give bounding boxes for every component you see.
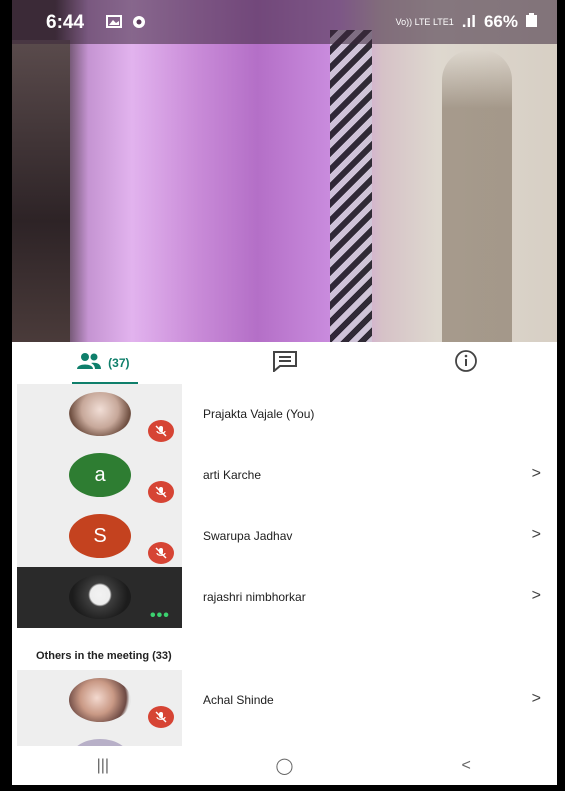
video-background-left: [12, 40, 70, 342]
avatar: [69, 739, 131, 746]
screen: 6:44 Vo)) LTE LTE1 .ıl 66% (37) Prajakta…: [0, 0, 565, 791]
video-fabric-stripe: [330, 30, 372, 342]
participant-row[interactable]: ••• rajashri nimbhorkar >: [12, 567, 557, 628]
video-shadow: [442, 50, 512, 342]
system-nav-bar: ||| ◯ <: [12, 746, 557, 785]
tab-info[interactable]: [375, 342, 557, 384]
avatar: [69, 575, 131, 619]
gallery-notification-icon: [106, 15, 122, 31]
participant-name: Prajakta Vajale (You): [203, 407, 315, 421]
signal-icon: .ıl: [461, 12, 476, 31]
participant-tile: a: [17, 445, 182, 506]
participant-name: rajashri nimbhorkar: [203, 590, 306, 604]
chevron-right-icon[interactable]: >: [532, 587, 541, 605]
chevron-right-icon[interactable]: >: [532, 465, 541, 483]
participant-count: (37): [108, 356, 130, 370]
participant-row[interactable]: [12, 731, 557, 746]
network-type: Vo)) LTE LTE1: [395, 16, 454, 27]
back-button[interactable]: <: [375, 746, 557, 785]
participant-tile: [17, 384, 182, 445]
status-bar: 6:44 Vo)) LTE LTE1 .ıl 66%: [12, 0, 557, 44]
participant-tile: •••: [17, 567, 182, 628]
participant-tile: S: [17, 506, 182, 567]
tab-chat[interactable]: [194, 342, 376, 384]
people-icon: [76, 352, 102, 375]
muted-mic-icon: [148, 542, 174, 564]
status-time: 6:44: [46, 12, 85, 33]
participant-list: Prajakta Vajale (You) a arti Karche > S …: [12, 384, 557, 746]
participant-name: Achal Shinde: [203, 693, 274, 707]
status-right: Vo)) LTE LTE1 .ıl 66%: [396, 12, 537, 32]
tab-bar: (37): [12, 342, 557, 385]
info-icon: [454, 349, 478, 378]
avatar: a: [69, 453, 131, 497]
battery-icon: [526, 12, 537, 32]
participant-name: arti Karche: [203, 468, 262, 482]
avatar: [69, 678, 131, 722]
chevron-right-icon[interactable]: >: [532, 526, 541, 544]
frame-bottom-border: [0, 785, 565, 791]
video-feed[interactable]: [12, 0, 557, 342]
participant-tile: [17, 670, 182, 731]
participant-name: Swarupa Jadhav: [203, 529, 293, 543]
speaking-indicator-icon: •••: [150, 607, 170, 624]
recents-button[interactable]: |||: [12, 746, 194, 785]
avatar: S: [69, 514, 131, 558]
battery-percent: 66%: [483, 12, 518, 31]
participant-tile: [17, 731, 182, 746]
participant-row[interactable]: a arti Karche >: [12, 445, 557, 506]
participant-row[interactable]: Achal Shinde >: [12, 670, 557, 731]
participant-row[interactable]: S Swarupa Jadhav >: [12, 506, 557, 567]
tab-people[interactable]: (37): [12, 342, 194, 385]
chat-notification-icon: [132, 15, 146, 32]
muted-mic-icon: [148, 420, 174, 442]
muted-mic-icon: [148, 481, 174, 503]
others-section-title: Others in the meeting (33): [36, 650, 172, 662]
muted-mic-icon: [148, 706, 174, 728]
chevron-right-icon[interactable]: >: [532, 690, 541, 708]
chat-icon: [272, 350, 298, 377]
avatar: [69, 392, 131, 436]
home-button[interactable]: ◯: [194, 746, 376, 785]
participant-row[interactable]: Prajakta Vajale (You): [12, 384, 557, 445]
